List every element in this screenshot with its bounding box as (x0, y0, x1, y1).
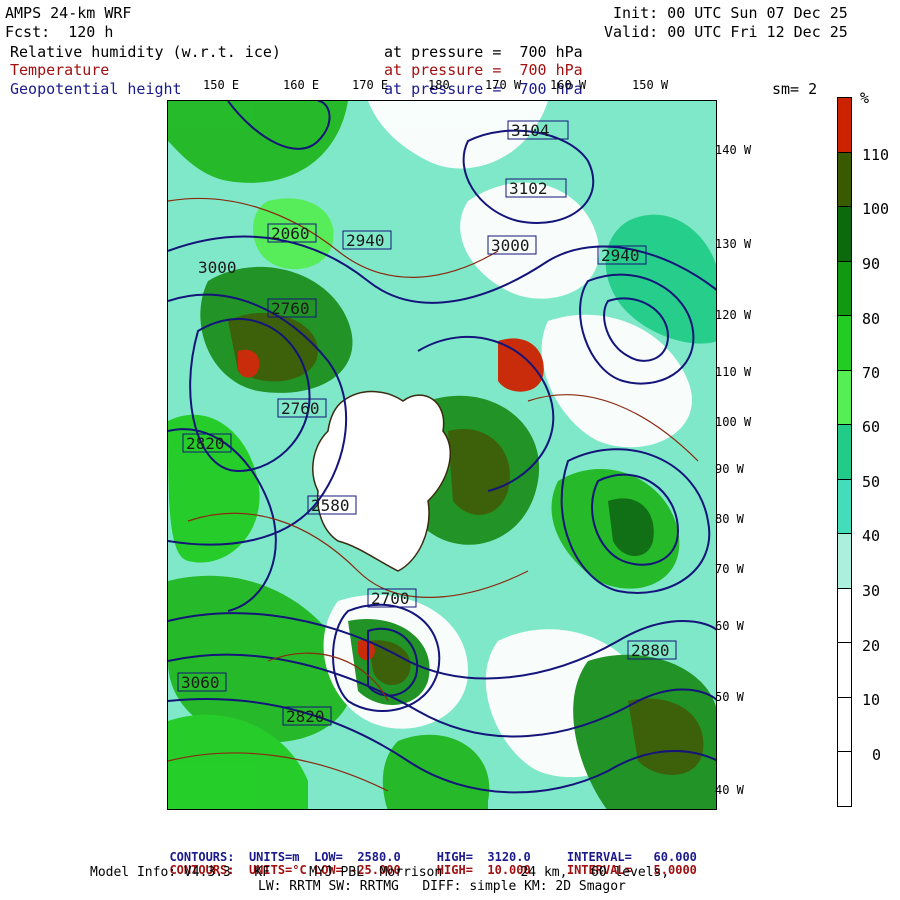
lon-label-top: 170 E (352, 78, 389, 92)
colorbar-label: 70 (862, 364, 881, 382)
height-label: 2060 (271, 224, 310, 243)
lon-label-right: 130 W (715, 237, 752, 251)
colorbar-cell (837, 315, 852, 371)
colorbar-cell (837, 478, 852, 534)
colorbar-cell (837, 97, 852, 153)
colorbar-cell (837, 587, 852, 643)
field-rh-name: Relative humidity (w.r.t. ice) (10, 43, 281, 61)
colorbar-cell (837, 151, 852, 207)
init-time: Init: 00 UTC Sun 07 Dec 25 (613, 4, 848, 22)
colorbar-label: 10 (862, 691, 881, 709)
height-label: 2760 (271, 299, 310, 318)
height-label: 2880 (631, 641, 670, 660)
lon-label-right: 120 W (715, 308, 752, 322)
field-rh-level: at pressure = 700 hPa (384, 43, 583, 61)
field-height-name: Geopotential height (10, 80, 182, 98)
colorbar-label: 90 (862, 255, 881, 273)
lon-label-right: 60 W (715, 619, 744, 633)
colorbar-label: 50 (862, 473, 881, 491)
height-label: 3000 (198, 258, 237, 277)
colorbar-label: 110 (862, 146, 890, 164)
lon-label-right: 40 W (715, 783, 744, 797)
height-label: 2820 (186, 434, 225, 453)
colorbar-label: 30 (862, 582, 881, 600)
lon-label-right: 100 W (715, 415, 752, 429)
colorbar-unit: % (860, 89, 870, 107)
field-temp-level: at pressure = 700 hPa (384, 61, 583, 79)
colorbar-cell (837, 751, 852, 807)
height-label: 3104 (511, 121, 550, 140)
colorbar-label: 0 (872, 746, 882, 764)
colorbar-cell (837, 424, 852, 480)
footer-physics: LW: RRTM SW: RRTMG DIFF: simple KM: 2D S… (258, 879, 626, 894)
colorbar-label: 100 (862, 200, 890, 218)
colorbar-label: 60 (862, 418, 881, 436)
colorbar-cell (837, 260, 852, 316)
model-title: AMPS 24-km WRF (5, 4, 132, 22)
weather-map: 2060 2940 3000 2760 2820 2700 2880 3060 … (167, 100, 717, 810)
lon-label-right: 110 W (715, 365, 752, 379)
smoothing-label: sm= 2 (772, 80, 818, 98)
height-label: 2760 (281, 399, 320, 418)
height-label: 2700 (371, 589, 410, 608)
lon-label-top: 150 W (632, 78, 669, 92)
map-canvas: 2060 2940 3000 2760 2820 2700 2880 3060 … (168, 101, 716, 809)
lon-label-right: 90 W (715, 462, 744, 476)
height-label: 3060 (181, 673, 220, 692)
footer-model-info: Model Info: V4.3.3 KF MYJ PBL Morrison 2… (90, 865, 670, 880)
colorbar-cell (837, 533, 852, 589)
lon-label-right: 50 W (715, 690, 744, 704)
lon-label-top: 170 W (485, 78, 522, 92)
height-label: 2820 (286, 707, 325, 726)
lon-label-top: 180 (428, 78, 450, 92)
height-label: 2940 (346, 231, 385, 250)
colorbar-label: 20 (862, 637, 881, 655)
colorbar-cell (837, 696, 852, 752)
lon-label-top: 160 E (283, 78, 320, 92)
colorbar-cell (837, 369, 852, 425)
lon-label-right: 140 W (715, 143, 752, 157)
forecast-hour: Fcst: 120 h (5, 23, 114, 41)
lon-label-right: 80 W (715, 512, 744, 526)
lon-label-top: 160 W (550, 78, 587, 92)
lon-label-right: 70 W (715, 562, 744, 576)
colorbar-cell (837, 206, 852, 262)
height-label: 2940 (601, 246, 640, 265)
field-temp-name: Temperature (10, 61, 110, 79)
colorbar-label: 40 (862, 527, 881, 545)
colorbar-label: 80 (862, 310, 881, 328)
colorbar-cell (837, 642, 852, 698)
height-label: 2580 (311, 496, 350, 515)
lon-label-top: 150 E (203, 78, 240, 92)
height-label: 3102 (509, 179, 548, 198)
valid-time: Valid: 00 UTC Fri 12 Dec 25 (604, 23, 848, 41)
